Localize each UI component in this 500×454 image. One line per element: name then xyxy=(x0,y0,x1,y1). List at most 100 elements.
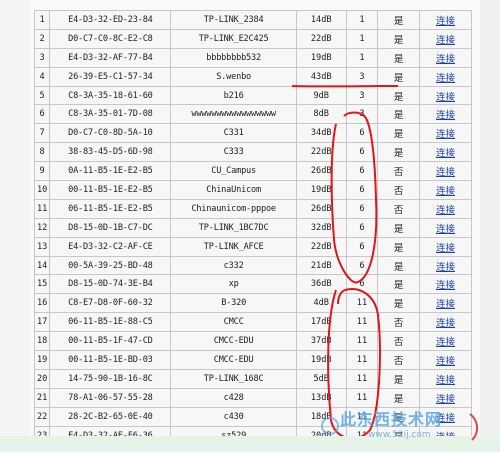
table-row: 3E4-D3-32-AF-77-B4bbbbbbbb53219dB1是连接 xyxy=(35,48,472,67)
connect-link[interactable]: 连接 xyxy=(436,318,455,329)
bssid-cell: 14-75-90-1B-16-8C xyxy=(50,369,171,388)
encryption-cell: 是 xyxy=(378,256,420,275)
row-index: 4 xyxy=(35,67,50,86)
bssid-cell: D8-15-0D-74-3E-B4 xyxy=(50,275,171,294)
bssid-cell: 00-11-B5-1E-BD-03 xyxy=(50,351,171,370)
connect-link[interactable]: 连接 xyxy=(436,129,455,140)
bssid-cell: C8-3A-35-18-61-60 xyxy=(50,86,171,105)
table-row: 1800-11-B5-1F-47-CDCMCC-EDU37dB11否连接 xyxy=(35,332,472,351)
connect-link[interactable]: 连接 xyxy=(436,280,455,291)
connect-link[interactable]: 连接 xyxy=(436,167,455,178)
ssid-cell: bbbbbbbb532 xyxy=(171,48,296,67)
action-cell: 连接 xyxy=(419,256,471,275)
signal-cell: 8dB xyxy=(296,105,346,124)
bssid-cell: E4-D3-32-AF-77-B4 xyxy=(50,48,171,67)
table-row: 1000-11-B5-1E-E2-B5ChinaUnicom19dB6否连接 xyxy=(35,181,472,200)
channel-cell: 6 xyxy=(346,199,378,218)
signal-cell: 22dB xyxy=(296,237,346,256)
ssid-cell: TP-LINK_2384 xyxy=(171,11,296,30)
channel-cell: 6 xyxy=(346,256,378,275)
ssid-cell: CMCC-EDU xyxy=(171,332,296,351)
row-index: 20 xyxy=(35,369,50,388)
encryption-cell: 是 xyxy=(378,407,420,426)
action-cell: 连接 xyxy=(419,369,471,388)
bssid-cell: 38-83-45-D5-6D-98 xyxy=(50,143,171,162)
channel-cell: 3 xyxy=(346,86,378,105)
signal-cell: 17dB xyxy=(296,313,346,332)
action-cell: 连接 xyxy=(419,48,471,67)
right-margin xyxy=(480,0,500,452)
connect-link[interactable]: 连接 xyxy=(436,394,455,405)
table-row: 1706-11-B5-1E-88-C5CMCC17dB11否连接 xyxy=(35,313,472,332)
row-index: 13 xyxy=(35,237,50,256)
connect-link[interactable]: 连接 xyxy=(436,375,455,386)
left-margin xyxy=(0,0,30,452)
connect-link[interactable]: 连接 xyxy=(436,224,455,235)
bssid-cell: D8-15-0D-1B-C7-DC xyxy=(50,218,171,237)
ssid-cell: wwwwwwwwwwwwwwwww xyxy=(171,105,296,124)
ssid-cell: TP-LINK_1BC7DC xyxy=(171,218,296,237)
action-cell: 连接 xyxy=(419,29,471,48)
signal-cell: 21dB xyxy=(296,256,346,275)
wifi-scan-table: 1E4-D3-32-ED-23-84TP-LINK_238414dB1是连接2D… xyxy=(34,10,472,445)
bssid-cell: D0-C7-C0-8C-E2-C8 xyxy=(50,29,171,48)
action-cell: 连接 xyxy=(419,105,471,124)
signal-cell: 37dB xyxy=(296,332,346,351)
channel-cell: 6 xyxy=(346,124,378,143)
action-cell: 连接 xyxy=(419,351,471,370)
encryption-cell: 否 xyxy=(378,199,420,218)
connect-link[interactable]: 连接 xyxy=(436,54,455,65)
encryption-cell: 否 xyxy=(378,351,420,370)
channel-cell: 6 xyxy=(346,218,378,237)
wifi-scan-rows: 1E4-D3-32-ED-23-84TP-LINK_238414dB1是连接2D… xyxy=(35,11,472,445)
action-cell: 连接 xyxy=(419,218,471,237)
signal-cell: 22dB xyxy=(296,143,346,162)
row-index: 7 xyxy=(35,124,50,143)
connect-link[interactable]: 连接 xyxy=(436,148,455,159)
row-index: 9 xyxy=(35,162,50,181)
bssid-cell: 00-11-B5-1E-E2-B5 xyxy=(50,181,171,200)
connect-link[interactable]: 连接 xyxy=(436,92,455,103)
ssid-cell: TP-LINK_168C xyxy=(171,369,296,388)
connect-link[interactable]: 连接 xyxy=(436,205,455,216)
signal-cell: 18dB xyxy=(296,407,346,426)
connect-link[interactable]: 连接 xyxy=(436,262,455,273)
signal-cell: 13dB xyxy=(296,388,346,407)
encryption-cell: 否 xyxy=(378,332,420,351)
channel-cell: 1 xyxy=(346,48,378,67)
bssid-cell: 0A-11-B5-1E-E2-B5 xyxy=(50,162,171,181)
connect-link[interactable]: 连接 xyxy=(436,243,455,254)
signal-cell: 22dB xyxy=(296,29,346,48)
ssid-cell: TP-LINK_E2C425 xyxy=(171,29,296,48)
connect-link[interactable]: 连接 xyxy=(436,356,455,367)
action-cell: 连接 xyxy=(419,313,471,332)
connect-link[interactable]: 连接 xyxy=(436,337,455,348)
action-cell: 连接 xyxy=(419,124,471,143)
encryption-cell: 是 xyxy=(378,11,420,30)
signal-cell: 4dB xyxy=(296,294,346,313)
channel-cell: 1 xyxy=(346,11,378,30)
row-index: 6 xyxy=(35,105,50,124)
connect-link[interactable]: 连接 xyxy=(436,16,455,27)
action-cell: 连接 xyxy=(419,294,471,313)
table-row: 838-83-45-D5-6D-98C33322dB6是连接 xyxy=(35,143,472,162)
connect-link[interactable]: 连接 xyxy=(436,73,455,84)
channel-cell: 11 xyxy=(346,332,378,351)
connect-link[interactable]: 连接 xyxy=(436,110,455,121)
bssid-cell: 06-11-B5-1E-E2-B5 xyxy=(50,199,171,218)
connect-link[interactable]: 连接 xyxy=(436,35,455,46)
row-index: 1 xyxy=(35,11,50,30)
connect-link[interactable]: 连接 xyxy=(436,186,455,197)
ssid-cell: Chinaunicom-pppoe xyxy=(171,199,296,218)
connect-link[interactable]: 连接 xyxy=(436,299,455,310)
table-row: 90A-11-B5-1E-E2-B5CU_Campus26dB6否连接 xyxy=(35,162,472,181)
action-cell: 连接 xyxy=(419,86,471,105)
connect-link[interactable]: 连接 xyxy=(436,413,455,424)
ssid-cell: CU_Campus xyxy=(171,162,296,181)
bssid-cell: C8-3A-35-01-7D-08 xyxy=(50,105,171,124)
table-row: 12D8-15-0D-1B-C7-DCTP-LINK_1BC7DC32dB6是连… xyxy=(35,218,472,237)
ssid-cell: b216 xyxy=(171,86,296,105)
bssid-cell: E4-D3-32-C2-AF-CE xyxy=(50,237,171,256)
encryption-cell: 否 xyxy=(378,162,420,181)
row-index: 10 xyxy=(35,181,50,200)
